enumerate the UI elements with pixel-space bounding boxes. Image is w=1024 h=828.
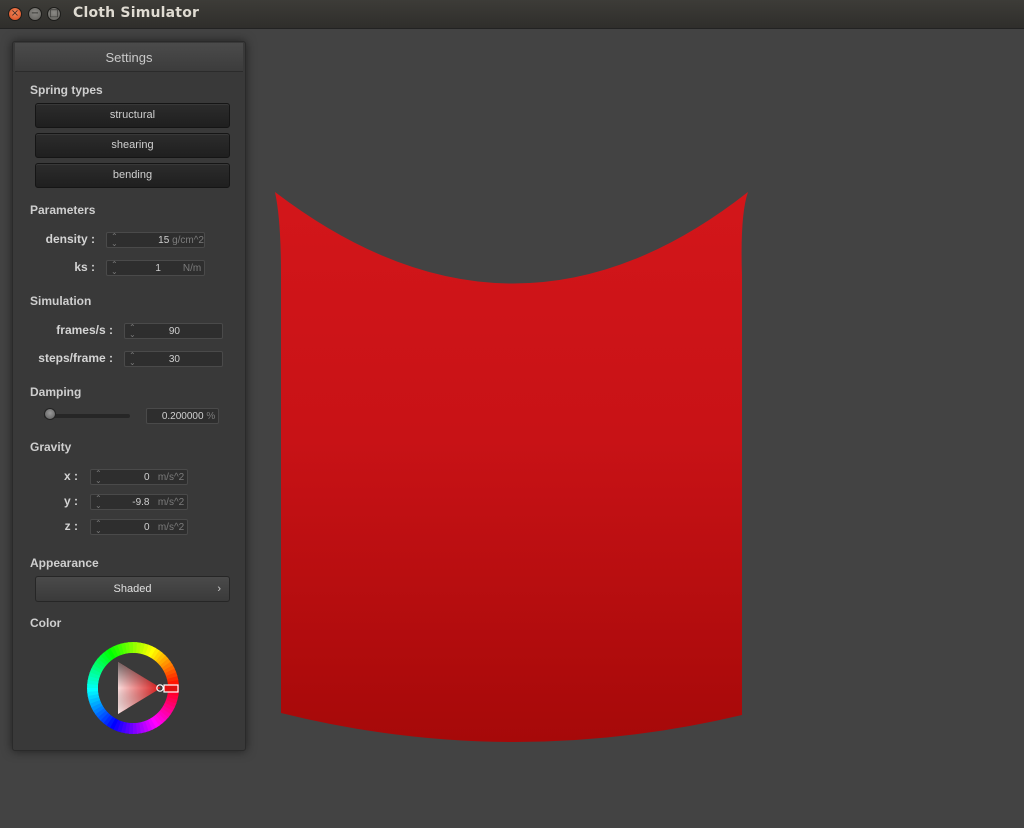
spin-arrows-icon[interactable]: ⌃ ⌄ [111, 261, 118, 276]
cloth-viewport[interactable] [270, 185, 760, 750]
spin-arrows-icon[interactable]: ⌃ ⌄ [129, 324, 136, 339]
spring-types-heading: Spring types [30, 83, 103, 97]
close-window-button[interactable]: × [8, 7, 22, 21]
frames-per-second-label: frames/s : [56, 323, 113, 337]
steps-per-frame-value: 30 [168, 354, 180, 365]
minimize-window-button[interactable]: − [28, 7, 42, 21]
spin-arrows-icon[interactable]: ⌃ ⌄ [95, 495, 102, 510]
density-unit: g/cm^2 [172, 235, 204, 246]
gravity-z-unit: m/s^2 [157, 522, 185, 533]
bending-button[interactable]: bending [35, 163, 230, 188]
gravity-z-field[interactable]: ⌃ ⌄ 0 m/s^2 [90, 519, 188, 535]
ks-unit: N/m [182, 263, 202, 274]
gravity-y-value: -9.8 [132, 497, 150, 508]
hue-selector-handle[interactable] [163, 684, 179, 693]
density-label: density : [45, 232, 95, 246]
appearance-selected: Shaded [113, 583, 152, 595]
damping-value: 0.200000 [161, 411, 204, 422]
structural-button[interactable]: structural [35, 103, 230, 128]
shearing-button[interactable]: shearing [35, 133, 230, 158]
settings-header[interactable]: Settings [15, 43, 243, 72]
gravity-y-unit: m/s^2 [157, 497, 185, 508]
ks-label: ks : [74, 260, 95, 274]
red-cloth-mesh[interactable] [275, 192, 748, 743]
chevron-right-icon: › [217, 583, 221, 595]
damping-heading: Damping [30, 385, 82, 399]
spin-arrows-icon[interactable]: ⌃ ⌄ [95, 520, 102, 535]
density-field[interactable]: ⌃ ⌄ 15 g/cm^2 [106, 232, 205, 248]
maximize-window-button[interactable]: □ [47, 7, 61, 21]
ks-value: 1 [155, 263, 161, 274]
title-bar: × − □ Cloth Simulator [0, 0, 1024, 29]
gravity-x-label: x : [63, 469, 78, 483]
color-wheel-picker[interactable] [85, 640, 181, 736]
gravity-x-value: 0 [143, 472, 150, 483]
window-title: Cloth Simulator [73, 5, 200, 21]
appearance-heading: Appearance [30, 556, 99, 570]
damping-slider-handle[interactable] [44, 408, 57, 420]
damping-unit: % [206, 411, 216, 422]
damping-field[interactable]: 0.200000 % [146, 408, 219, 424]
appearance-dropdown[interactable]: Shaded › [35, 576, 230, 602]
color-heading: Color [30, 616, 62, 630]
steps-per-frame-label: steps/frame : [38, 351, 113, 365]
gravity-y-field[interactable]: ⌃ ⌄ -9.8 m/s^2 [90, 494, 188, 510]
spin-arrows-icon[interactable]: ⌃ ⌄ [129, 352, 136, 367]
spin-arrows-icon[interactable]: ⌃ ⌄ [95, 470, 102, 485]
gravity-x-unit: m/s^2 [157, 472, 185, 483]
damping-slider-track[interactable] [44, 414, 130, 418]
density-value: 15 [158, 235, 170, 246]
settings-panel: Settings Spring types structural shearin… [12, 41, 246, 751]
gravity-y-label: y : [63, 494, 78, 508]
gravity-z-value: 0 [143, 522, 150, 533]
steps-per-frame-field[interactable]: ⌃ ⌄ 30 [124, 351, 223, 367]
gravity-x-field[interactable]: ⌃ ⌄ 0 m/s^2 [90, 469, 188, 485]
frames-per-second-field[interactable]: ⌃ ⌄ 90 [124, 323, 223, 339]
gravity-z-label: z : [64, 519, 78, 533]
parameters-heading: Parameters [30, 203, 96, 217]
spin-arrows-icon[interactable]: ⌃ ⌄ [111, 233, 118, 248]
simulation-heading: Simulation [30, 294, 92, 308]
frames-per-second-value: 90 [168, 326, 180, 337]
ks-field[interactable]: ⌃ ⌄ 1 N/m [106, 260, 205, 276]
gravity-heading: Gravity [30, 440, 72, 454]
